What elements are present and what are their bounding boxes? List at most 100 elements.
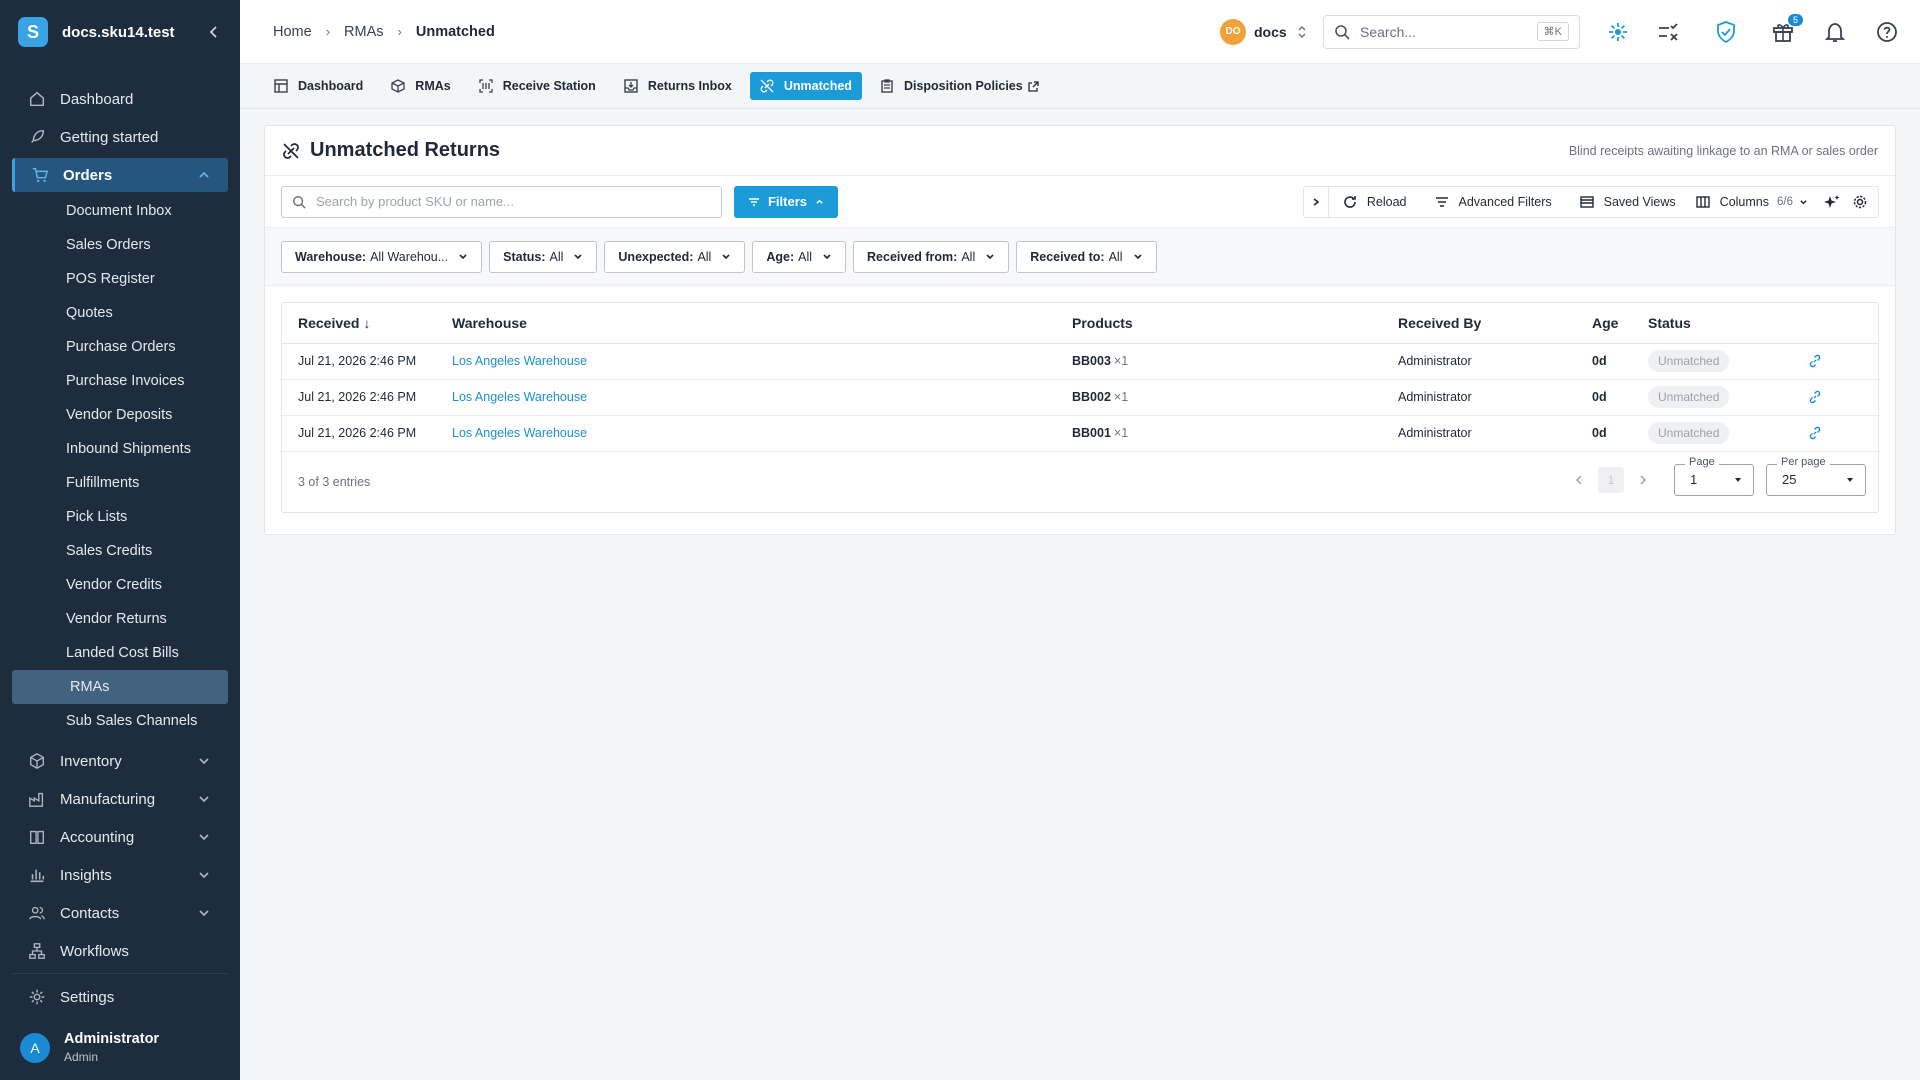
- sidebar-subitem-rmas[interactable]: RMAs: [12, 670, 228, 704]
- product-qty: ×1: [1113, 390, 1129, 404]
- breadcrumb: Home › RMAs › Unmatched: [240, 24, 495, 40]
- chip-key: Status:: [503, 249, 546, 264]
- reload-button[interactable]: Reload: [1329, 187, 1417, 217]
- sidebar-item-manufacturing[interactable]: Manufacturing: [0, 780, 240, 818]
- per-page-select[interactable]: Per page 25: [1766, 455, 1866, 496]
- sidebar-subitem-purchase-orders[interactable]: Purchase Orders: [0, 330, 240, 364]
- product-sku: BB003: [1072, 354, 1111, 368]
- sidebar-item-label: Dashboard: [60, 90, 134, 108]
- column-header-age[interactable]: Age: [1592, 303, 1648, 344]
- sidebar-subitem-vendor-credits[interactable]: Vendor Credits: [0, 568, 240, 602]
- sidebar-item-getting-started[interactable]: Getting started: [0, 118, 240, 156]
- people-icon: [29, 906, 45, 920]
- unexpected-filter[interactable]: Unexpected: All: [604, 240, 746, 273]
- next-page-icon[interactable]: [1636, 473, 1650, 487]
- warehouse-link[interactable]: Los Angeles Warehouse: [452, 415, 1072, 452]
- column-header-received-by[interactable]: Received By: [1398, 303, 1592, 344]
- link-icon[interactable]: [1808, 390, 1822, 404]
- sparkles-icon: [1824, 195, 1840, 208]
- bell-icon[interactable]: [1823, 20, 1847, 44]
- sidebar-subitem-document-inbox[interactable]: Document Inbox: [0, 194, 240, 228]
- sidebar-subitem-pick-lists[interactable]: Pick Lists: [0, 500, 240, 534]
- advanced-filters-button[interactable]: Advanced Filters: [1417, 187, 1562, 217]
- global-search-input[interactable]: Search... ⌘K: [1323, 14, 1580, 49]
- link-icon[interactable]: [1808, 426, 1822, 440]
- product-search-input[interactable]: Search by product SKU or name...: [281, 185, 722, 218]
- expand-tools-button[interactable]: [1304, 187, 1329, 217]
- received-to-filter[interactable]: Received to: All: [1016, 240, 1157, 273]
- sidebar-subitem-vendor-deposits[interactable]: Vendor Deposits: [0, 398, 240, 432]
- sidebar-item-label: Manufacturing: [60, 790, 156, 808]
- caret-down-icon: [1735, 477, 1741, 482]
- sidebar-subitem-vendor-returns[interactable]: Vendor Returns: [0, 602, 240, 636]
- sidebar-item-inventory[interactable]: Inventory: [0, 742, 240, 780]
- sidebar-item-orders[interactable]: Orders: [12, 158, 228, 192]
- ai-assist-button[interactable]: [1818, 187, 1846, 217]
- sidebar-item-workflows[interactable]: Workflows: [0, 932, 240, 970]
- warehouse-link[interactable]: Los Angeles Warehouse: [452, 379, 1072, 416]
- breadcrumb-rmas[interactable]: RMAs: [344, 24, 383, 40]
- tab-receive-station[interactable]: Receive Station: [469, 72, 606, 100]
- breadcrumb-home[interactable]: Home: [273, 24, 312, 40]
- tab-dashboard[interactable]: Dashboard: [264, 72, 373, 100]
- filters-label: Filters: [767, 194, 807, 209]
- prev-page-icon[interactable]: [1572, 473, 1586, 487]
- saved-views-button[interactable]: Saved Views: [1562, 187, 1686, 217]
- page-select[interactable]: Page 1: [1674, 455, 1754, 496]
- warehouse-filter[interactable]: Warehouse: All Warehou...: [281, 240, 483, 273]
- link-icon[interactable]: [1808, 354, 1822, 368]
- sidebar-subitem-landed-cost-bills[interactable]: Landed Cost Bills: [0, 636, 240, 670]
- tab-label: Disposition Policies: [903, 79, 1023, 93]
- table-row[interactable]: Jul 21, 2026 2:46 PM Los Angeles Warehou…: [282, 415, 1878, 452]
- sidebar-subitem-fulfillments[interactable]: Fulfillments: [0, 466, 240, 500]
- tab-rmas[interactable]: RMAs: [381, 72, 460, 100]
- app-logo[interactable]: S: [18, 17, 48, 47]
- received-from-filter[interactable]: Received from: All: [853, 240, 1010, 273]
- chip-key: Warehouse:: [295, 249, 367, 264]
- warehouse-link[interactable]: Los Angeles Warehouse: [452, 343, 1072, 380]
- clipboard-icon: [881, 79, 893, 93]
- tasks-check-icon[interactable]: [1656, 20, 1680, 44]
- sidebar-item-accounting[interactable]: Accounting: [0, 818, 240, 856]
- column-header-products[interactable]: Products: [1072, 303, 1398, 344]
- workspace-switcher[interactable]: DO docs: [1220, 18, 1307, 45]
- sidebar-subitem-inbound-shipments[interactable]: Inbound Shipments: [0, 432, 240, 466]
- column-header-received[interactable]: Received ↓: [282, 303, 452, 344]
- ai-sparkle-icon[interactable]: [1606, 20, 1630, 44]
- sidebar-item-dashboard[interactable]: Dashboard: [0, 80, 240, 118]
- received-by-cell: Administrator: [1398, 415, 1592, 452]
- home-icon: [29, 91, 45, 107]
- table-settings-button[interactable]: [1846, 187, 1878, 217]
- column-header-status[interactable]: Status: [1648, 303, 1808, 344]
- sidebar-subitem-purchase-invoices[interactable]: Purchase Invoices: [0, 364, 240, 398]
- age-filter[interactable]: Age: All: [752, 240, 847, 273]
- page-number-button[interactable]: 1: [1598, 466, 1624, 493]
- collapse-sidebar-icon[interactable]: [206, 24, 222, 40]
- shield-icon[interactable]: [1714, 20, 1738, 44]
- status-filter[interactable]: Status: All: [489, 240, 598, 273]
- table-row[interactable]: Jul 21, 2026 2:46 PM Los Angeles Warehou…: [282, 379, 1878, 416]
- tab-unmatched[interactable]: Unmatched: [749, 72, 862, 100]
- sidebar-item-settings[interactable]: Settings: [0, 978, 240, 1016]
- sidebar-subitem-sub-sales-channels[interactable]: Sub Sales Channels: [0, 704, 240, 738]
- chevron-down-icon: [199, 910, 209, 917]
- sidebar-subitem-sales-credits[interactable]: Sales Credits: [0, 534, 240, 568]
- chip-key: Age:: [766, 249, 795, 264]
- tab-disposition-policies[interactable]: Disposition Policies: [870, 72, 1049, 100]
- gift-button[interactable]: 5: [1771, 14, 1803, 44]
- sidebar-item-insights[interactable]: Insights: [0, 856, 240, 894]
- user-profile[interactable]: A Administrator Admin: [20, 1031, 159, 1064]
- sidebar-subitem-pos-register[interactable]: POS Register: [0, 262, 240, 296]
- received-by-cell: Administrator: [1398, 343, 1592, 380]
- sidebar-subitem-quotes[interactable]: Quotes: [0, 296, 240, 330]
- search-placeholder: Search by product SKU or name...: [316, 194, 514, 209]
- sidebar-subitem-sales-orders[interactable]: Sales Orders: [0, 228, 240, 262]
- columns-button[interactable]: Columns 6/6: [1686, 187, 1818, 217]
- filters-button[interactable]: Filters: [734, 185, 838, 218]
- table-row[interactable]: Jul 21, 2026 2:46 PM Los Angeles Warehou…: [282, 343, 1878, 380]
- column-header-warehouse[interactable]: Warehouse: [452, 303, 1072, 344]
- sidebar-item-contacts[interactable]: Contacts: [0, 894, 240, 932]
- tab-returns-inbox[interactable]: Returns Inbox: [614, 72, 742, 100]
- help-icon[interactable]: [1875, 20, 1899, 44]
- table-toolbar: Search by product SKU or name... Filters…: [265, 176, 1895, 228]
